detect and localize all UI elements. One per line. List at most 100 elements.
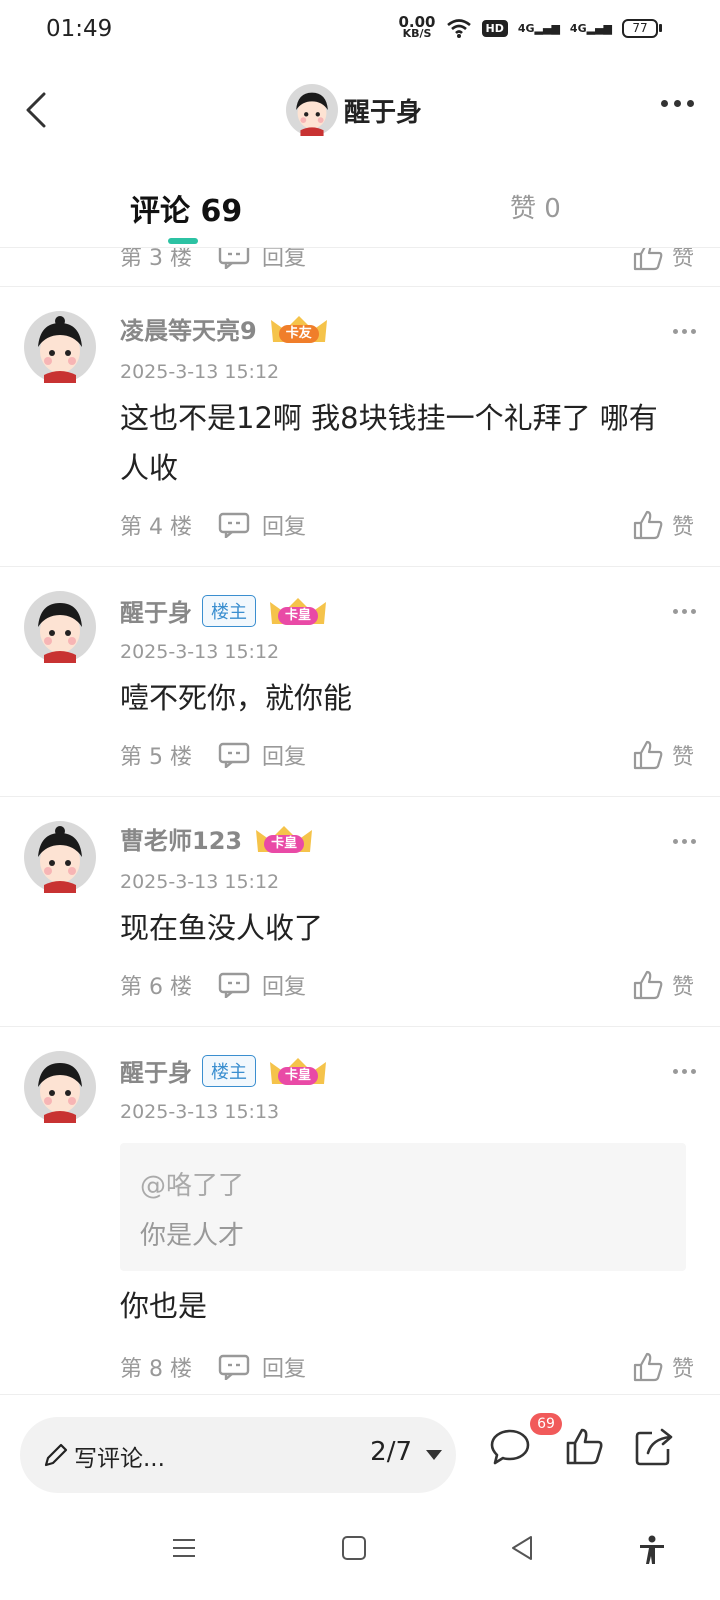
like-label: 赞 xyxy=(671,745,694,770)
page-indicator[interactable]: 2/7 xyxy=(370,1437,412,1467)
tab-likes[interactable]: 赞 0 xyxy=(510,188,561,225)
quoted-reply[interactable]: @咯了了 你是人才 xyxy=(120,1143,686,1271)
share-icon[interactable] xyxy=(632,1425,676,1469)
crown-badge: 卡友 xyxy=(267,312,331,346)
comment-date: 2025-3-13 15:13 xyxy=(120,1101,280,1123)
reply-label: 回复 xyxy=(261,745,306,770)
like-icon[interactable] xyxy=(562,1425,606,1469)
battery-icon: 77 xyxy=(622,18,662,38)
back-icon[interactable] xyxy=(16,86,56,134)
like-label: 赞 xyxy=(671,248,694,271)
reply-icon xyxy=(218,1354,250,1380)
chevron-down-icon[interactable] xyxy=(426,1450,442,1460)
reply-label: 回复 xyxy=(261,248,306,271)
comment-text: 你也是 xyxy=(120,1289,208,1323)
avatar[interactable] xyxy=(24,311,96,383)
like-button[interactable]: 赞 xyxy=(632,735,694,775)
quoted-user[interactable]: @咯了了 xyxy=(140,1165,244,1202)
avatar[interactable] xyxy=(24,1051,96,1123)
avatar xyxy=(286,84,338,136)
crown-badge: 卡皇 xyxy=(266,1054,330,1088)
floor-label: 第 4 楼 xyxy=(120,515,192,540)
tab-comments[interactable]: 评论 69 xyxy=(130,186,242,230)
comment-footer: 第 5 楼 回复 xyxy=(120,735,306,775)
reply-icon xyxy=(218,248,250,269)
like-icon xyxy=(633,740,663,770)
username[interactable]: 醒于身 xyxy=(120,1053,192,1088)
avatar[interactable] xyxy=(24,591,96,663)
like-button[interactable]: 赞 xyxy=(632,505,694,545)
reply-button[interactable]: 回复 xyxy=(218,739,306,771)
reply-icon xyxy=(218,742,250,768)
reply-label: 回复 xyxy=(261,975,306,1000)
thread-author[interactable]: 醒于身 xyxy=(286,84,422,136)
like-button[interactable]: 赞 xyxy=(632,965,694,1005)
comment-header: 醒于身 楼主 卡皇 xyxy=(120,1053,330,1088)
comment-header: 凌晨等天亮9 卡友 xyxy=(120,311,331,346)
signal2-label: 4G xyxy=(569,21,587,35)
username[interactable]: 曹老师123 xyxy=(120,821,242,856)
reply-button[interactable]: 回复 xyxy=(218,1351,306,1383)
like-label: 赞 xyxy=(671,975,694,1000)
reply-label: 回复 xyxy=(261,515,306,540)
comment-item: 醒于身 楼主 卡皇 2025-3-13 15:12 噎不死你，就你能 第 5 楼… xyxy=(0,566,720,796)
username[interactable]: 醒于身 xyxy=(120,593,192,628)
nav-back-icon[interactable] xyxy=(508,1534,536,1562)
like-label: 赞 xyxy=(671,515,694,540)
like-label: 赞 xyxy=(671,1357,694,1382)
like-icon xyxy=(633,1352,663,1382)
comment-more-icon[interactable] xyxy=(673,1069,696,1074)
write-comment-input[interactable]: 写评论... 2/7 xyxy=(20,1417,456,1493)
page-title: 醒于身 xyxy=(344,97,423,128)
net-speed: 0.00 KB/S xyxy=(398,15,435,40)
like-icon xyxy=(633,248,663,271)
reply-button[interactable]: 回复 xyxy=(218,969,306,1001)
comment-count-badge: 69 xyxy=(530,1413,562,1435)
reply-button[interactable]: 回复 xyxy=(218,248,306,272)
reply-label: 回复 xyxy=(261,1357,306,1382)
comment-item: 凌晨等天亮9 卡友 2025-3-13 15:12 这也不是12啊 我8块钱挂一… xyxy=(0,286,720,566)
comment-more-icon[interactable] xyxy=(673,329,696,334)
signal-4g-1: 4G▂▄▆ xyxy=(517,21,560,35)
write-comment-placeholder: 写评论... xyxy=(74,1446,165,1472)
comment-more-icon[interactable] xyxy=(673,609,696,614)
comment-icon[interactable] xyxy=(488,1425,532,1469)
wifi-icon xyxy=(446,19,471,38)
comment-header: 曹老师123 卡皇 xyxy=(120,821,316,856)
floor-label: 第 5 楼 xyxy=(120,745,192,770)
quoted-text: 你是人才 xyxy=(140,1221,245,1251)
comment-feed[interactable]: 第 3 楼 回复 赞 凌晨等天亮9 卡友 2025-3-13 15:12 这也不… xyxy=(0,248,720,1394)
floor-label: 第 8 楼 xyxy=(120,1357,192,1382)
more-icon[interactable] xyxy=(661,100,694,107)
like-button[interactable]: 赞 xyxy=(632,1347,694,1387)
battery-level: 77 xyxy=(622,18,658,38)
system-nav-bar xyxy=(0,1504,720,1600)
comment-more-icon[interactable] xyxy=(673,839,696,844)
status-time: 01:49 xyxy=(46,16,113,42)
crown-badge: 卡皇 xyxy=(266,594,330,628)
username[interactable]: 凌晨等天亮9 xyxy=(120,311,257,346)
signal-4g-2: 4G▂▄▆ xyxy=(569,21,612,35)
level-badge: 卡皇 xyxy=(278,606,318,625)
level-badge: 卡友 xyxy=(278,324,319,343)
reply-icon xyxy=(218,512,250,538)
top-bar: 醒于身 xyxy=(0,64,720,156)
like-icon xyxy=(633,510,663,540)
reply-button[interactable]: 回复 xyxy=(218,509,306,541)
host-badge: 楼主 xyxy=(202,1054,256,1087)
host-badge: 楼主 xyxy=(202,594,256,627)
signal1-label: 4G xyxy=(517,21,535,35)
floor-label: 第 3 楼 xyxy=(120,248,192,271)
status-bar: 01:49 0.00 KB/S HD 4G▂▄▆ 4G▂▄▆ 77 xyxy=(0,0,720,64)
menu-icon[interactable] xyxy=(170,1534,198,1562)
home-icon[interactable] xyxy=(340,1534,368,1562)
like-button[interactable]: 赞 xyxy=(632,248,694,276)
status-icons: 0.00 KB/S HD 4G▂▄▆ 4G▂▄▆ 77 xyxy=(398,15,662,40)
accessibility-icon[interactable] xyxy=(636,1534,668,1566)
level-badge: 卡皇 xyxy=(278,1066,318,1085)
avatar[interactable] xyxy=(24,821,96,893)
comment-item: 醒于身 楼主 卡皇 2025-3-13 15:13 @咯了了 你是人才 你也是 … xyxy=(0,1026,720,1394)
comment-text: 现在鱼没人收了 xyxy=(120,911,324,945)
crown-badge: 卡皇 xyxy=(252,822,316,856)
level-badge: 卡皇 xyxy=(264,834,305,853)
